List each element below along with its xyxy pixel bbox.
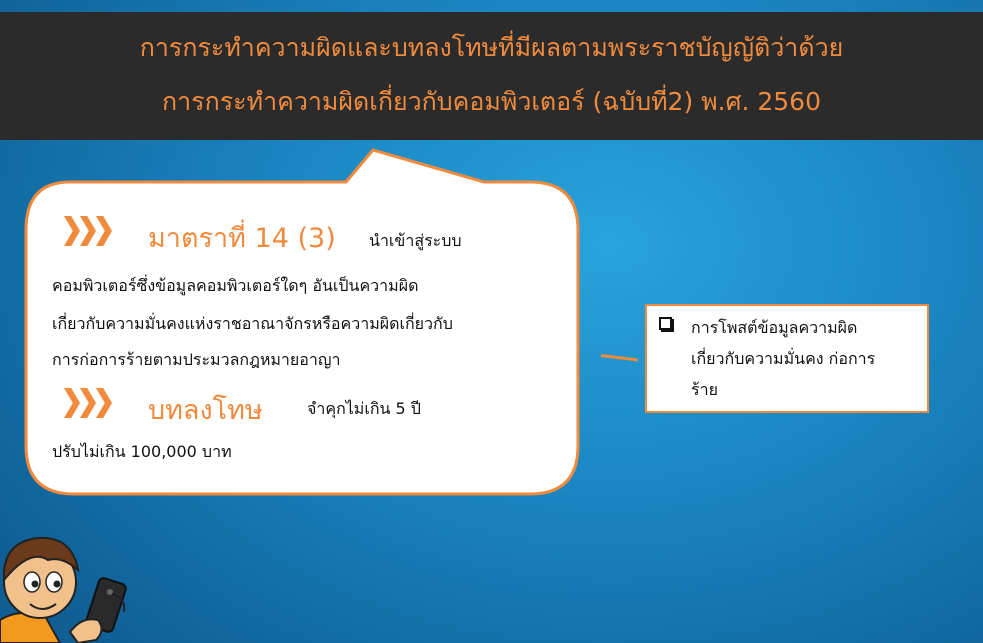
- penalty-intro: จำคุกไม่เกิน 5 ปี: [307, 399, 421, 418]
- penalty-title: บทลงโทษ: [148, 395, 263, 426]
- note-line-2: เกี่ยวกับความมั่นคง ก่อการ: [691, 349, 876, 368]
- mascot-with-phone-icon: [0, 536, 127, 643]
- body-line-1: คอมพิวเตอร์ซึ่งข้อมูลคอมพิวเตอร์ใดๆ อันเ…: [52, 276, 419, 295]
- checkbox-icon: [659, 317, 672, 330]
- note-line-3: ร้าย: [691, 380, 718, 399]
- chevron-triple-icon: [64, 388, 112, 418]
- penalty-line: ปรับไม่เกิน 100,000 บาท: [52, 442, 232, 461]
- section-intro: นำเข้าสู่ระบบ: [369, 231, 462, 250]
- body-line-2: เกี่ยวกับความมั่นคงแห่งราชอาณาจักรหรือคว…: [52, 314, 453, 333]
- body-line-3: การก่อการร้ายตามประมวลกฎหมายอาญา: [52, 350, 341, 369]
- section-title: มาตราที่ 14 (3): [148, 223, 336, 254]
- note-line-1: การโพสต์ข้อมูลความผิด: [691, 318, 858, 337]
- note-box: การโพสต์ข้อมูลความผิด เกี่ยวกับความมั่นค…: [645, 304, 929, 413]
- chevron-triple-icon: [64, 216, 112, 246]
